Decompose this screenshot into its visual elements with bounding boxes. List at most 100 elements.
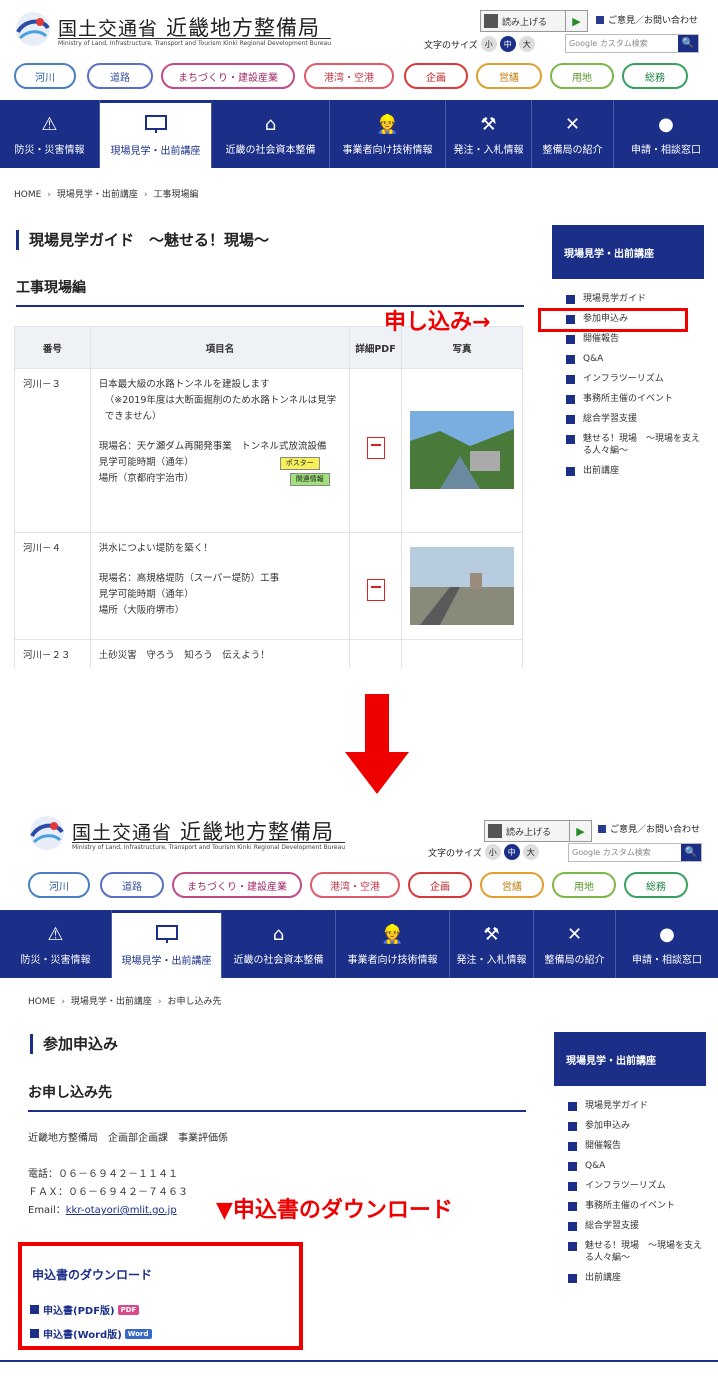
- sidebar-item-label: 出前講座: [583, 466, 620, 476]
- row-title: 日本最大級の水路トンネルを建設します: [98, 379, 270, 390]
- opinion-link[interactable]: ご意見／お問い合わせ: [598, 822, 700, 835]
- global-nav: ⚠ 防災・災害情報 現場見学・出前講座 ⌂ 近畿の社会資本整備 👷 事業者向け技術情報…: [0, 100, 718, 168]
- play-icon[interactable]: ▶: [569, 821, 591, 841]
- nav-bidding[interactable]: ⚒ 発注・入札情報: [446, 100, 532, 168]
- category-pills: 河川 道路 まちづくり・建設産業 港湾・空港 企画 営繕 用地 総務: [28, 872, 708, 898]
- search-input[interactable]: Google カスタム検索: [569, 844, 681, 861]
- pill-road[interactable]: 道路: [87, 63, 153, 89]
- font-size-large[interactable]: 大: [518, 36, 535, 52]
- page-title: 現場見学ガイド ～魅せる！現場～: [16, 230, 269, 250]
- sidebar-item-lecture[interactable]: 出前講座: [568, 1272, 706, 1284]
- font-size-small[interactable]: 小: [480, 36, 497, 52]
- site-photo[interactable]: [409, 547, 514, 625]
- nav-label: 申請・相談窓口: [631, 144, 701, 156]
- sidebar-item-qa[interactable]: Q&A: [568, 1160, 706, 1172]
- nav-infrastructure[interactable]: ⌂ 近畿の社会資本整備: [212, 100, 330, 168]
- sidebar-item-report[interactable]: 開催報告: [566, 333, 704, 345]
- pill-port[interactable]: 港湾・空港: [304, 63, 394, 89]
- sidebar-item-people[interactable]: 魅せる！現場 ～現場を支える人々編～: [568, 1240, 706, 1264]
- nav-disaster[interactable]: ⚠ 防災・災害情報: [0, 100, 100, 168]
- pdf-tag: PDF: [117, 1304, 140, 1315]
- breadcrumb-parent[interactable]: 現場見学・出前講座: [71, 997, 152, 1007]
- font-size-large[interactable]: 大: [522, 844, 539, 860]
- nav-site-tour[interactable]: 現場見学・出前講座: [100, 100, 212, 168]
- poster-badge[interactable]: ポスター: [279, 457, 320, 470]
- opinion-link[interactable]: ご意見／お問い合わせ: [596, 13, 698, 26]
- breadcrumb: HOME › 現場見学・出前講座 › お申し込み先: [28, 997, 222, 1007]
- download-word-link[interactable]: 申込書(Word版) Word: [30, 1326, 152, 1341]
- row-period: 見学可能時期（通年）: [98, 589, 194, 600]
- sidebar-item-report[interactable]: 開催報告: [568, 1140, 706, 1152]
- sidebar-item-learning[interactable]: 総合学習支援: [566, 413, 704, 425]
- sidebar-item-qa[interactable]: Q&A: [566, 353, 704, 365]
- play-icon[interactable]: ▶: [565, 11, 587, 31]
- related-info-badge[interactable]: 関連情報: [289, 473, 330, 486]
- pill-general[interactable]: 総務: [622, 63, 688, 89]
- nav-label: 近畿の社会資本整備: [225, 144, 316, 156]
- breadcrumb-home[interactable]: HOME: [14, 190, 41, 200]
- search-icon[interactable]: 🔍: [681, 844, 701, 861]
- org-name: 国土交通省: [58, 18, 159, 40]
- sidebar-item-events[interactable]: 事務所主催のイベント: [568, 1200, 706, 1212]
- nav-contractor[interactable]: 👷 事業者向け技術情報: [330, 100, 446, 168]
- category-pills: 河川 道路 まちづくり・建設産業 港湾・空港 企画 営繕 用地 総務: [14, 63, 694, 89]
- nav-application[interactable]: ● 申請・相談窓口: [616, 910, 718, 978]
- sidebar-item-people[interactable]: 魅せる！現場 ～現場を支える人々編～: [566, 433, 704, 457]
- read-aloud-button[interactable]: 読み上げる ▶: [484, 820, 592, 842]
- nav-label: 防災・災害情報: [14, 144, 85, 156]
- pill-planning[interactable]: 企画: [408, 872, 472, 898]
- sidebar-item-guide[interactable]: 現場見学ガイド: [566, 293, 704, 305]
- read-aloud-button[interactable]: 読み上げる ▶: [480, 10, 588, 32]
- pill-river[interactable]: 河川: [28, 872, 90, 898]
- pill-building[interactable]: 営繕: [476, 63, 542, 89]
- nav-infrastructure[interactable]: ⌂ 近畿の社会資本整備: [222, 910, 336, 978]
- nav-label: 防災・災害情報: [20, 954, 91, 966]
- font-size-medium[interactable]: 中: [499, 36, 516, 52]
- bullet-icon: [566, 335, 575, 344]
- bullet-icon: [598, 825, 606, 833]
- site-photo[interactable]: [409, 411, 514, 489]
- pill-town[interactable]: まちづくり・建設産業: [172, 872, 302, 898]
- sidebar-item-events[interactable]: 事務所主催のイベント: [566, 393, 704, 405]
- sidebar-item-label: 総合学習支援: [583, 414, 638, 424]
- sidebar-heading[interactable]: 現場見学・出前講座: [554, 1032, 706, 1086]
- search-input[interactable]: Google カスタム検索: [566, 35, 678, 52]
- sidebar-item-tourism[interactable]: インフラツーリズム: [566, 373, 704, 385]
- site-header: 国土交通省 近畿地方整備局 Ministry of Land, Infrastru…: [0, 804, 718, 862]
- nav-site-tour[interactable]: 現場見学・出前講座: [112, 910, 222, 978]
- download-pdf-link[interactable]: 申込書(PDF版) PDF: [30, 1302, 140, 1317]
- pill-town[interactable]: まちづくり・建設産業: [161, 63, 295, 89]
- sidebar-item-learning[interactable]: 総合学習支援: [568, 1220, 706, 1232]
- search-icon[interactable]: 🔍: [678, 35, 698, 52]
- pill-planning[interactable]: 企画: [404, 63, 468, 89]
- table-row: 河川－３ 日本最大級の水路トンネルを建設します （※2019年度は大断面掘削のた…: [14, 368, 524, 533]
- breadcrumb-home[interactable]: HOME: [28, 997, 55, 1007]
- pill-road[interactable]: 道路: [100, 872, 164, 898]
- font-size-medium[interactable]: 中: [503, 844, 520, 860]
- row-photo: [400, 639, 524, 668]
- email-link[interactable]: kkr-otayori@mlit.go.jp: [66, 1205, 177, 1216]
- pdf-icon[interactable]: [366, 579, 385, 601]
- breadcrumb-parent[interactable]: 現場見学・出前講座: [57, 190, 138, 200]
- sidebar-item-guide[interactable]: 現場見学ガイド: [568, 1100, 706, 1112]
- sidebar-item-tourism[interactable]: インフラツーリズム: [568, 1180, 706, 1192]
- pill-land[interactable]: 用地: [552, 872, 616, 898]
- nav-bidding[interactable]: ⚒ 発注・入札情報: [450, 910, 534, 978]
- sidebar-item-apply[interactable]: 参加申込み: [568, 1120, 706, 1132]
- nav-contractor[interactable]: 👷 事業者向け技術情報: [336, 910, 450, 978]
- sidebar-heading[interactable]: 現場見学・出前講座: [552, 225, 704, 279]
- nav-application[interactable]: ● 申請・相談窓口: [614, 100, 718, 168]
- nav-about[interactable]: ✕ 整備局の紹介: [534, 910, 616, 978]
- nav-disaster[interactable]: ⚠ 防災・災害情報: [0, 910, 112, 978]
- nav-about[interactable]: ✕ 整備局の紹介: [532, 100, 614, 168]
- sidebar-item-lecture[interactable]: 出前講座: [566, 465, 704, 477]
- pdf-icon[interactable]: [366, 437, 385, 459]
- pill-land[interactable]: 用地: [550, 63, 614, 89]
- pill-building[interactable]: 営繕: [480, 872, 544, 898]
- pill-port[interactable]: 港湾・空港: [310, 872, 400, 898]
- pill-river[interactable]: 河川: [14, 63, 76, 89]
- font-size-small[interactable]: 小: [484, 844, 501, 860]
- download-pdf-label: 申込書(PDF版): [43, 1306, 115, 1317]
- sidebar-item-label: 事務所主催のイベント: [585, 1201, 676, 1211]
- pill-general[interactable]: 総務: [624, 872, 688, 898]
